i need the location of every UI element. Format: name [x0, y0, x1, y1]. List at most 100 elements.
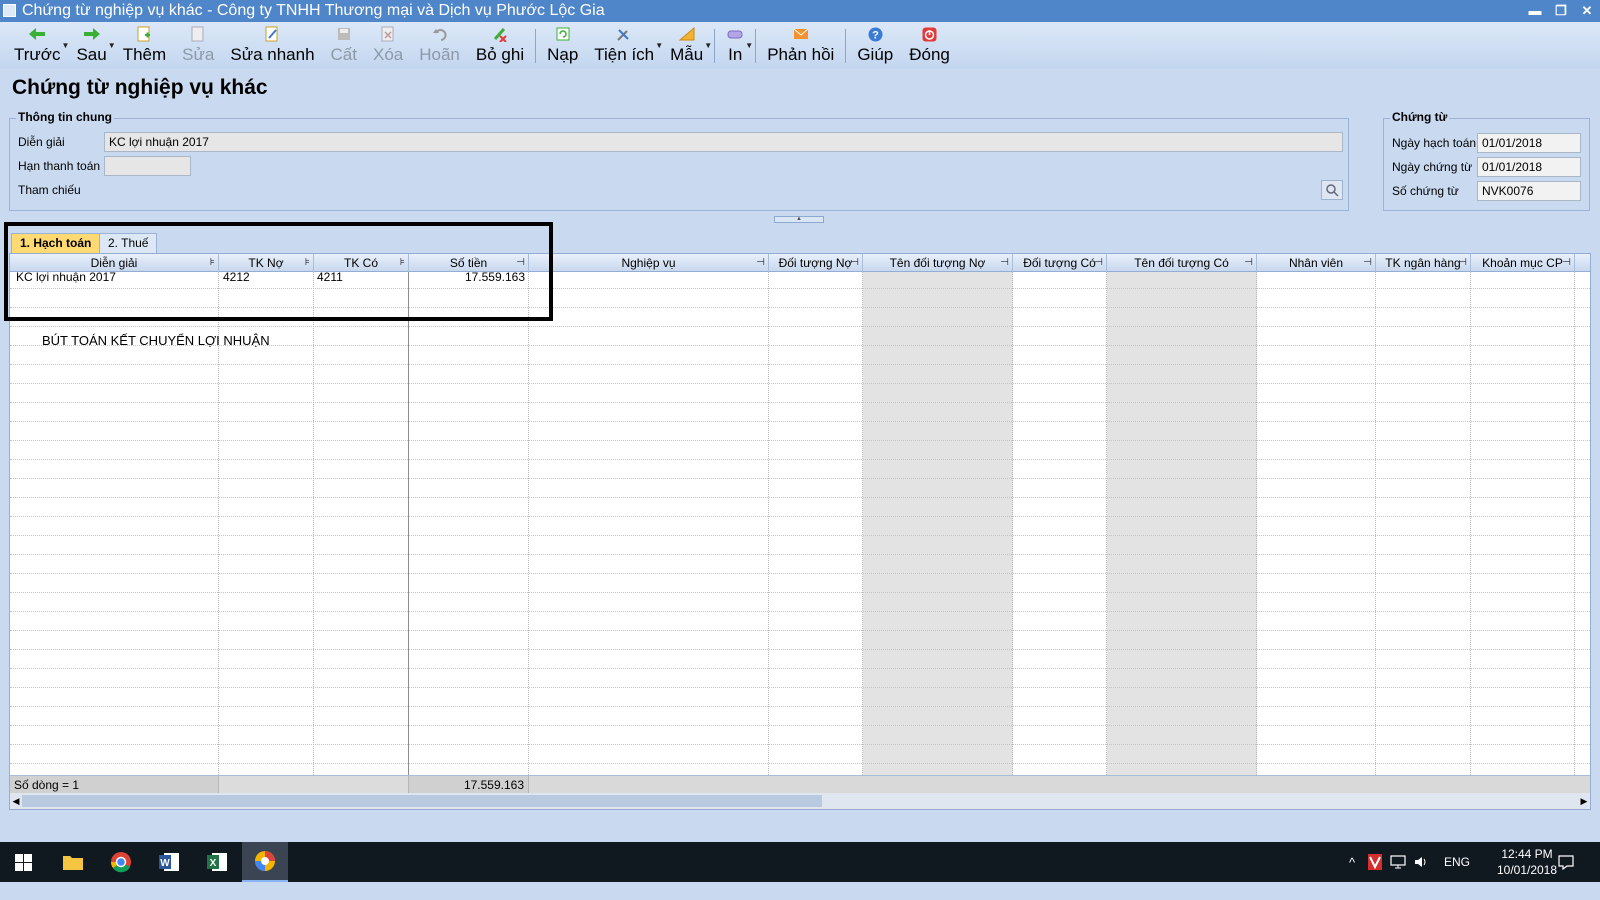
tab-accounting[interactable]: 1. Hạch toán	[11, 233, 101, 253]
header-operation[interactable]: Nghiệp vụ ⊣	[529, 254, 769, 272]
pin-icon[interactable]: ⊣	[1094, 254, 1103, 272]
scroll-left-icon[interactable]: ◀	[10, 793, 22, 809]
notification-icon[interactable]	[1558, 842, 1574, 882]
grid-row-line	[10, 402, 1590, 403]
pin-icon[interactable]: ⊣	[1562, 254, 1571, 272]
cell-debit-account[interactable]: 4212	[223, 268, 250, 286]
header-bank-account[interactable]: TK ngân hàng ⊣	[1376, 254, 1471, 272]
total-amount: 17.559.163	[409, 776, 529, 794]
cell-credit-account[interactable]: 4211	[317, 268, 343, 286]
help-button[interactable]: ? Giúp	[849, 22, 901, 69]
voucher-no-label: Số chứng từ	[1392, 184, 1459, 198]
misa-app-button[interactable]	[242, 842, 288, 882]
edit-button[interactable]: Sửa	[174, 22, 222, 69]
pin-icon[interactable]: ⊧	[210, 254, 215, 272]
pin-icon[interactable]: ⊣	[1244, 254, 1253, 272]
start-button[interactable]	[0, 842, 46, 882]
feedback-button[interactable]: Phản hồi	[759, 22, 842, 69]
load-button[interactable]: Nạp	[539, 22, 586, 69]
minimize-button[interactable]: ▬	[1528, 0, 1542, 22]
language-indicator[interactable]: ENG	[1444, 842, 1470, 882]
restore-button[interactable]: ❐	[1554, 0, 1568, 22]
col-credit-account	[314, 272, 409, 775]
svg-text:?: ?	[872, 29, 879, 41]
quick-edit-button[interactable]: Sửa nhanh	[222, 22, 322, 69]
windows-icon	[14, 853, 32, 871]
tab-tax[interactable]: 2. Thuế	[99, 233, 158, 253]
pin-icon[interactable]: ⊣	[1000, 254, 1009, 272]
toolbar: Trước ▼ Sau ▼ Thêm Sửa Sửa nhanh Cất Xóa…	[0, 22, 1600, 69]
pencil-document-icon	[263, 26, 281, 42]
grid-footer: Số dòng = 1 17.559.163	[10, 775, 1590, 794]
header-debit-object-name[interactable]: Tên đối tượng Nợ ⊣	[863, 254, 1013, 272]
description-field[interactable]: KC lợi nhuận 2017	[104, 132, 1343, 152]
col-debit-object	[769, 272, 863, 775]
help-icon: ?	[866, 26, 884, 42]
general-info-group: Thông tin chung Diễn giải KC lợi nhuận 2…	[9, 110, 1349, 211]
posting-date-field[interactable]: 01/01/2018	[1477, 133, 1581, 153]
delete-button[interactable]: Xóa	[365, 22, 411, 69]
floppy-disk-icon	[335, 26, 353, 42]
voucher-no-field[interactable]: NVK0076	[1477, 181, 1581, 201]
search-icon	[1326, 184, 1339, 197]
close-window-button[interactable]: ✕	[1580, 0, 1594, 22]
close-button[interactable]: Đóng	[901, 22, 958, 69]
header-credit-object[interactable]: Đối tượng Có ⊣	[1013, 254, 1107, 272]
voucher-date-field[interactable]: 01/01/2018	[1477, 157, 1581, 177]
grid-row-line	[10, 288, 1590, 289]
col-employee	[1257, 272, 1376, 775]
prev-button[interactable]: Trước ▼	[6, 22, 69, 69]
new-document-icon	[135, 26, 153, 42]
grid-row-line	[10, 611, 1590, 612]
header-debit-object[interactable]: Đối tượng Nợ ⊣	[769, 254, 863, 272]
app-icon	[3, 4, 16, 17]
unpost-button[interactable]: Bỏ ghi	[468, 22, 532, 69]
header-expense-item[interactable]: Khoản mục CP ⊣	[1471, 254, 1575, 272]
pin-icon[interactable]: ⊣	[850, 254, 859, 272]
chrome-button[interactable]	[98, 842, 144, 882]
edit-document-icon	[189, 26, 207, 42]
pin-icon[interactable]: ⊣	[1458, 254, 1467, 272]
grid-row-line	[10, 725, 1590, 726]
row-count: Số dòng = 1	[10, 776, 219, 794]
reference-lookup-button[interactable]	[1321, 180, 1343, 200]
network-icon[interactable]	[1390, 842, 1406, 882]
file-explorer-button[interactable]	[50, 842, 96, 882]
pin-icon[interactable]: ⊣	[1363, 254, 1372, 272]
volume-icon[interactable]	[1414, 842, 1428, 882]
envelope-icon	[792, 26, 810, 42]
scroll-thumb[interactable]	[22, 795, 822, 807]
pin-icon[interactable]: ⊧	[305, 254, 310, 272]
scroll-right-icon[interactable]: ▶	[1578, 793, 1590, 809]
chevron-down-icon[interactable]: ▼	[745, 41, 753, 50]
voucher-date-label: Ngày chứng từ	[1392, 160, 1473, 174]
antivirus-icon[interactable]	[1368, 842, 1382, 882]
excel-icon: X	[207, 853, 227, 871]
due-date-field[interactable]	[104, 156, 191, 176]
horizontal-scrollbar[interactable]: ◀ ▶	[10, 793, 1590, 809]
pin-icon[interactable]: ⊧	[400, 254, 405, 272]
print-button[interactable]: In ▼	[718, 22, 753, 69]
grid-row-line	[10, 649, 1590, 650]
grid-row-line	[10, 573, 1590, 574]
grid-row-line	[10, 554, 1590, 555]
collapse-splitter[interactable]: ▲	[774, 216, 824, 223]
next-button[interactable]: Sau ▼	[68, 22, 116, 69]
chevron-down-icon[interactable]: ▼	[704, 41, 712, 50]
excel-button[interactable]: X	[194, 842, 240, 882]
header-credit-object-name[interactable]: Tên đối tượng Có ⊣	[1107, 254, 1257, 272]
word-button[interactable]: W	[146, 842, 192, 882]
window-controls: ▬ ❐ ✕	[1528, 0, 1594, 22]
power-icon	[921, 26, 939, 42]
add-button[interactable]: Thêm	[115, 22, 174, 69]
show-hidden-icons[interactable]: ^	[1349, 842, 1355, 882]
cell-amount[interactable]: 17.559.163	[409, 268, 525, 286]
pin-icon[interactable]: ⊣	[756, 254, 765, 272]
undo-button[interactable]: Hoãn	[411, 22, 468, 69]
header-employee[interactable]: Nhân viên ⊣	[1257, 254, 1376, 272]
clock[interactable]: 12:44 PM 10/01/2018	[1488, 846, 1566, 878]
template-button[interactable]: Mẫu ▼	[662, 22, 712, 69]
save-button[interactable]: Cất	[323, 22, 365, 69]
cell-description[interactable]: KC lợi nhuận 2017	[16, 268, 116, 286]
utilities-button[interactable]: Tiện ích ▼	[586, 22, 663, 69]
